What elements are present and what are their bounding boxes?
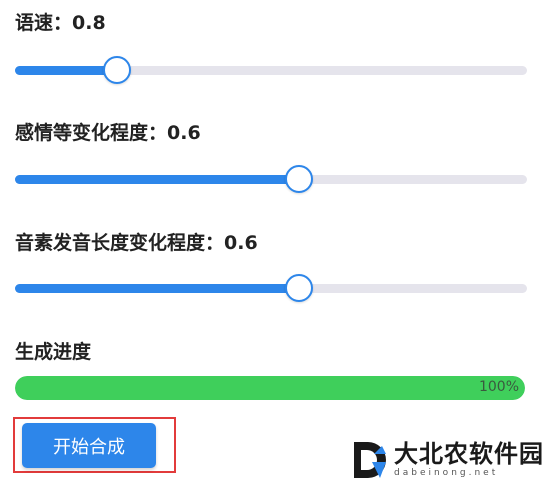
watermark-logo-icon <box>354 442 386 478</box>
synthesis-settings-panel: 语速：0.8 感情等变化程度：0.6 音素发音长度变化程度：0.6 生成进度 1… <box>0 0 550 486</box>
speed-label: 语速：0.8 <box>15 12 106 34</box>
speed-slider[interactable] <box>15 53 527 87</box>
emotion-variation-label: 感情等变化程度：0.6 <box>15 122 201 144</box>
watermark-title: 大北农软件园 <box>394 440 544 468</box>
start-synthesis-button[interactable]: 开始合成 <box>22 423 156 468</box>
slider-fill <box>15 284 300 293</box>
progress-fill <box>15 376 525 400</box>
phoneme-duration-slider[interactable] <box>15 271 527 305</box>
emotion-variation-slider[interactable] <box>15 162 527 196</box>
generation-progress-bar: 100% <box>15 376 525 400</box>
slider-fill <box>15 66 118 75</box>
watermark: 大北农软件园 dabeinong.net <box>352 438 544 482</box>
phoneme-duration-label: 音素发音长度变化程度：0.6 <box>15 232 258 254</box>
progress-label: 生成进度 <box>15 341 92 363</box>
slider-thumb[interactable] <box>285 165 314 193</box>
slider-fill <box>15 175 300 184</box>
progress-percent: 100% <box>478 379 519 395</box>
slider-thumb[interactable] <box>103 56 132 84</box>
slider-thumb[interactable] <box>285 274 314 302</box>
watermark-url: dabeinong.net <box>394 468 499 478</box>
